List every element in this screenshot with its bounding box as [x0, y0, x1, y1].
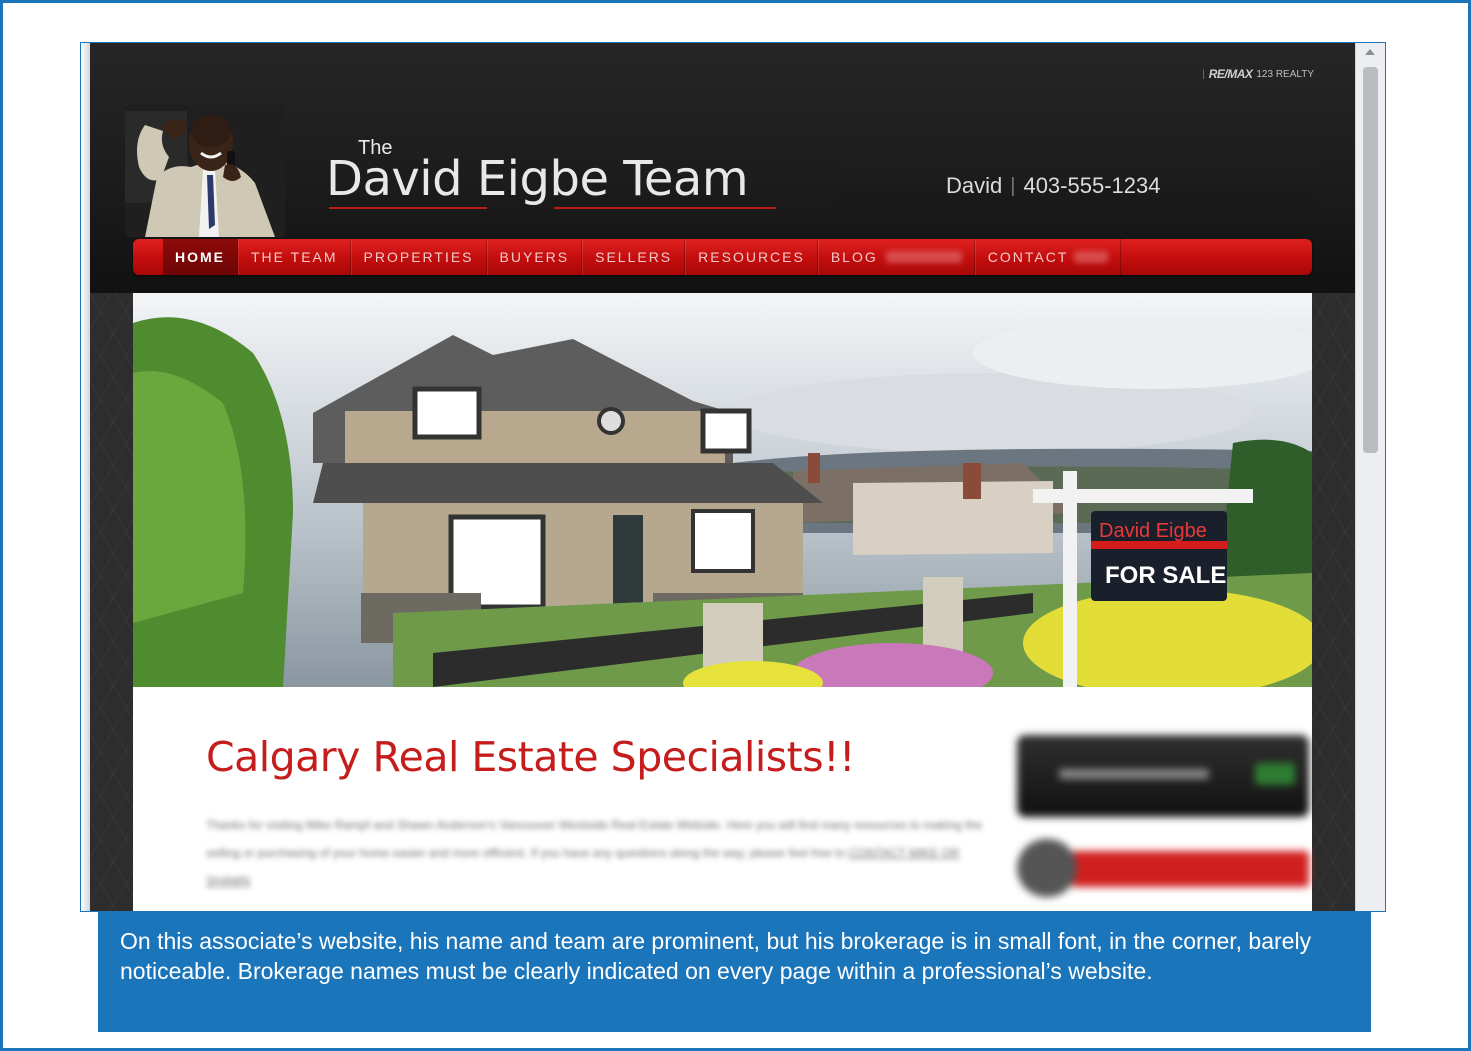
brokerage-label[interactable]: | RE/MAX 123 REALTY	[1202, 67, 1314, 81]
nav-properties[interactable]: PROPERTIES	[350, 239, 487, 275]
nav-buyers[interactable]: BUYERS	[486, 239, 583, 275]
nav-blog[interactable]: BLOG	[817, 239, 975, 275]
nav-resources[interactable]: RESOURCES	[685, 239, 818, 275]
window-left-edge	[81, 43, 90, 911]
nav-the-team[interactable]: THE TEAM	[238, 239, 351, 275]
contact-name: David	[946, 173, 1003, 198]
nav-label: PROPERTIES	[363, 249, 474, 265]
nav-label: BLOG	[830, 249, 878, 265]
contact-phone: David | 403-555-1234	[838, 165, 1318, 207]
promo-badge	[1017, 839, 1077, 897]
house-photo: David Eigbe FOR SALE	[133, 293, 1312, 687]
main-content: Calgary Real Estate Specialists!! Thanks…	[133, 687, 1312, 911]
vertical-scrollbar[interactable]	[1355, 43, 1385, 911]
scroll-thumb[interactable]	[1363, 67, 1378, 453]
nav-label: THE TEAM	[251, 249, 338, 265]
nav-sellers[interactable]: SELLERS	[582, 239, 686, 275]
caption-box: On this associate’s website, his name an…	[98, 912, 1371, 1032]
promo-widget[interactable]	[1017, 837, 1309, 897]
caption-text: On this associate’s website, his name an…	[120, 928, 1312, 984]
scroll-up-arrow-icon[interactable]	[1365, 49, 1375, 55]
promo-bar	[1072, 851, 1309, 887]
brokerage-name: 123 REALTY	[1256, 68, 1314, 80]
main-nav: HOME THE TEAM PROPERTIES BUYERS SELLERS …	[133, 239, 1312, 275]
nav-label: BUYERS	[499, 249, 570, 265]
browser-window: | RE/MAX 123 REALTY The David Eigbe Team…	[80, 42, 1386, 912]
site-header: | RE/MAX 123 REALTY The David Eigbe Team…	[90, 43, 1356, 293]
agent-photo	[125, 105, 285, 237]
title-underline	[329, 207, 487, 209]
intro-paragraph: Thanks for visiting Mike Rampf and Shawn…	[206, 811, 986, 895]
nav-contact[interactable]: CONTACT	[974, 239, 1122, 275]
widget-button	[1255, 763, 1295, 785]
widget-label	[1059, 769, 1209, 779]
nav-label: HOME	[175, 249, 225, 265]
nav-label: CONTACT	[987, 249, 1069, 265]
nav-label: RESOURCES	[698, 249, 805, 265]
title-underline	[554, 207, 776, 209]
sign-agent-name: David Eigbe	[1099, 520, 1207, 542]
brokerage-logo: RE/MAX	[1208, 67, 1253, 81]
site-title-main: David Eigbe Team	[326, 151, 749, 207]
hero-image: David Eigbe FOR SALE	[133, 293, 1312, 687]
search-widget[interactable]	[1017, 735, 1309, 817]
brokerage-separator: |	[1202, 68, 1205, 80]
blurred-nav-item	[885, 251, 962, 263]
nav-home[interactable]: HOME	[163, 239, 238, 275]
sign-status: FOR SALE	[1105, 562, 1226, 589]
nav-label: SELLERS	[595, 249, 673, 265]
blurred-nav-item	[1074, 251, 1109, 263]
page-headline: Calgary Real Estate Specialists!!	[206, 733, 855, 781]
contact-divider: |	[1010, 174, 1016, 197]
website: | RE/MAX 123 REALTY The David Eigbe Team…	[90, 43, 1356, 911]
phone-number[interactable]: 403-555-1234	[1023, 173, 1160, 199]
